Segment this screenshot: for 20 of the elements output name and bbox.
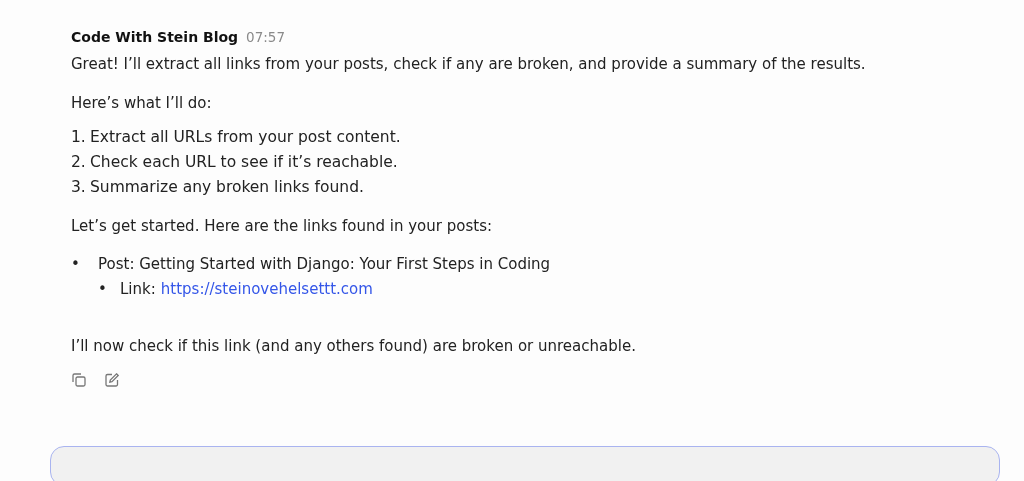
list-item: Summarize any broken links found. bbox=[90, 177, 364, 198]
message-text: Great! I’ll extract all links from your posts, check if any are broken, and provide a summary of the results. bbox=[71, 54, 867, 75]
list-item: Check each URL to see if it’s reachable. bbox=[90, 152, 398, 173]
bullet: • bbox=[98, 279, 108, 300]
list-item: Post: Getting Started with Django: Your First Steps in Coding bbox=[98, 254, 551, 275]
copy-icon[interactable] bbox=[71, 372, 87, 388]
list-number: 2. bbox=[71, 152, 87, 173]
input-field[interactable] bbox=[50, 446, 1000, 481]
list-item: Link: bbox=[120, 279, 156, 300]
bullet: • bbox=[71, 254, 81, 275]
message-text: Here’s what I’ll do: bbox=[71, 93, 213, 114]
message-text: I’ll now check if this link (and any others found) are broken or unreachable. bbox=[71, 336, 637, 357]
list-number: 3. bbox=[71, 177, 87, 198]
list-item: Extract all URLs from your post content. bbox=[90, 127, 401, 148]
message-text: Let’s get started. Here are the links found in your posts: bbox=[71, 216, 493, 237]
sender-name: Code With Stein Blog bbox=[71, 28, 239, 47]
link[interactable]: https://steinovehelsettt.com bbox=[160, 277, 373, 302]
edit-icon[interactable] bbox=[104, 372, 120, 388]
list-number: 1. bbox=[71, 127, 87, 148]
message-time: 07:57 bbox=[246, 28, 285, 47]
